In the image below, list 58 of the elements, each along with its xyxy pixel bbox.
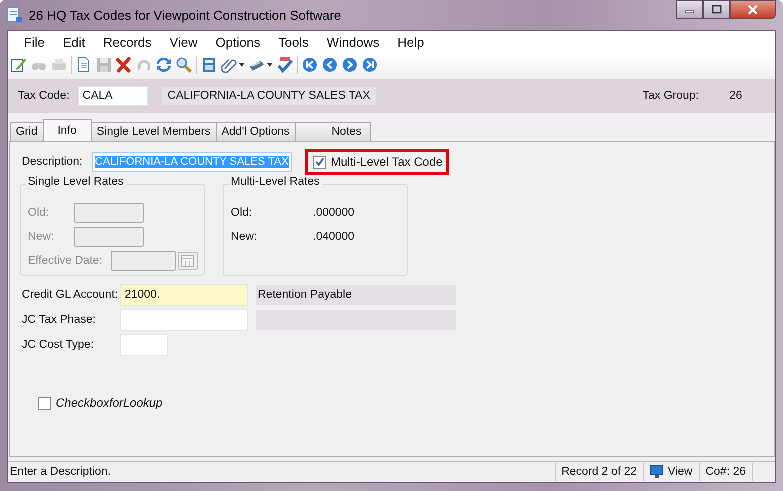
tab[interactable]: Info <box>42 119 92 141</box>
menu-item[interactable]: Options <box>206 34 270 50</box>
jc-cost-type-field[interactable] <box>120 334 168 356</box>
menu-item[interactable]: Edit <box>54 34 94 50</box>
window-title: 26 HQ Tax Codes for Viewpoint Construction Software <box>29 8 342 22</box>
caret-icon[interactable] <box>239 63 245 67</box>
rate-field[interactable] <box>74 203 144 223</box>
record-counter: Record 2 of 22 <box>554 463 643 481</box>
menu-item[interactable]: File <box>15 34 54 50</box>
maximize-button[interactable] <box>703 0 730 19</box>
menu-item[interactable]: Help <box>388 34 434 50</box>
rate-field[interactable] <box>74 227 144 247</box>
jc-tax-phase-field[interactable] <box>120 309 248 331</box>
tax-code-field[interactable]: CALA <box>78 86 148 106</box>
rate-value: .000000 <box>313 207 355 219</box>
mode-label: View <box>668 466 693 478</box>
menu-item[interactable]: View <box>160 34 207 50</box>
field-label: New: <box>231 231 258 243</box>
multi-level-checkbox[interactable]: Multi-Level Tax Code <box>308 152 446 172</box>
app-icon <box>7 7 23 23</box>
tab[interactable]: Notes <box>294 122 371 141</box>
tab[interactable]: Single Level Members <box>90 122 217 141</box>
tab[interactable]: Grid <box>10 122 44 141</box>
field-label: Tax Code: <box>18 90 70 102</box>
status-message: Enter a Description. <box>9 466 112 478</box>
field-label: New: <box>28 231 56 243</box>
company-number: Co#: 26 <box>698 463 752 481</box>
field-label: Description: <box>22 156 84 168</box>
tax-group-value: 26 <box>728 90 744 102</box>
maximize-icon <box>710 4 722 14</box>
field-label: Tax Group: <box>642 90 699 102</box>
date-field[interactable] <box>110 251 176 271</box>
monitor-icon <box>650 465 664 479</box>
field-label: JC Tax Phase: <box>22 314 97 326</box>
tax-code-description: CALIFORNIA-LA COUNTY SALES TAX <box>162 87 376 105</box>
paperclip-icon[interactable] <box>221 57 237 73</box>
rate-value: .040000 <box>313 231 355 243</box>
caret-icon[interactable] <box>267 63 273 67</box>
checkmark-icon <box>314 157 324 167</box>
lookup-checkbox[interactable]: CheckboxforLookup <box>38 396 762 410</box>
menu-item[interactable]: Records <box>94 34 161 50</box>
field-label: Old: <box>28 207 50 219</box>
group-title: Multi-Level Rates <box>229 176 322 188</box>
menu-item[interactable]: Tools <box>270 34 318 50</box>
menu-item[interactable]: Windows <box>318 34 389 50</box>
minimize-button[interactable] <box>676 0 703 19</box>
field-label: Old: <box>231 207 254 219</box>
field-label: JC Cost Type: <box>22 339 96 351</box>
group-title: Single Level Rates <box>26 176 126 188</box>
field-label: Effective Date: <box>28 255 104 267</box>
tab[interactable]: Add'l Options <box>216 122 296 141</box>
account-description: Retention Payable <box>256 285 456 305</box>
close-icon <box>747 4 759 14</box>
close-button[interactable] <box>730 0 776 19</box>
selected-text: CALIFORNIA-LA COUNTY SALES TAX <box>95 156 289 168</box>
calendar-button[interactable] <box>178 252 198 270</box>
credit-gl-account-field[interactable]: 21000. <box>120 284 248 306</box>
field-label: Credit GL Account: <box>22 289 120 301</box>
